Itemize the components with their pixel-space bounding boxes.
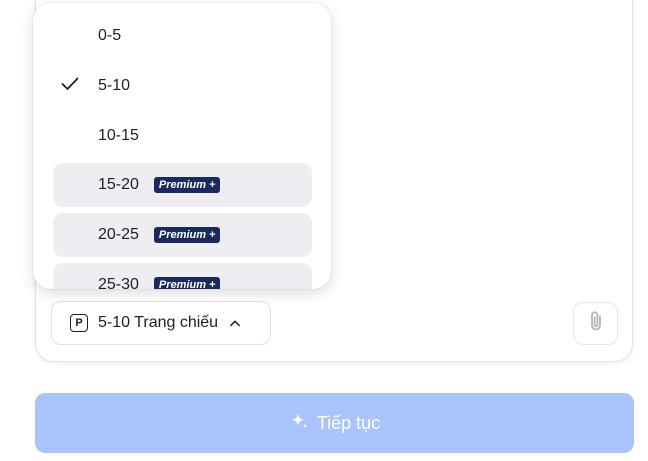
option-label: 5-10 [98,77,131,94]
checkmark-icon [61,77,79,96]
option-0-5[interactable]: 0-5 [53,14,312,58]
premium-badge: Premium + [153,277,221,289]
option-10-15[interactable]: 10-15 [53,114,312,158]
option-label: 0-5 [98,27,122,44]
sparkle-icon [289,411,309,436]
paperclip-icon [589,310,603,337]
option-25-30[interactable]: 25-30 Premium + [53,263,312,289]
presentation-p-icon: P [70,314,88,332]
slide-count-dropdown: 0-5 5-10 10-15 15-20 Premium + 20-25 Pre… [33,3,331,289]
option-label: 15-20 [98,176,139,193]
premium-badge: Premium + [153,177,221,193]
continue-label: Tiếp tục [316,412,381,433]
attach-button[interactable] [573,302,618,345]
slide-count-select[interactable]: P 5-10 Trang chiếu [51,301,271,345]
option-label: 20-25 [98,226,139,243]
slide-count-label: 5-10 Trang chiếu [98,314,219,331]
option-5-10[interactable]: 5-10 [53,64,312,108]
option-label: 25-30 [98,276,139,289]
chevron-up-icon [230,318,240,328]
option-20-25[interactable]: 20-25 Premium + [53,213,312,257]
option-label: 10-15 [98,127,139,144]
continue-button[interactable]: Tiếp tục [35,393,634,453]
premium-badge: Premium + [153,227,221,243]
option-15-20[interactable]: 15-20 Premium + [53,163,312,207]
